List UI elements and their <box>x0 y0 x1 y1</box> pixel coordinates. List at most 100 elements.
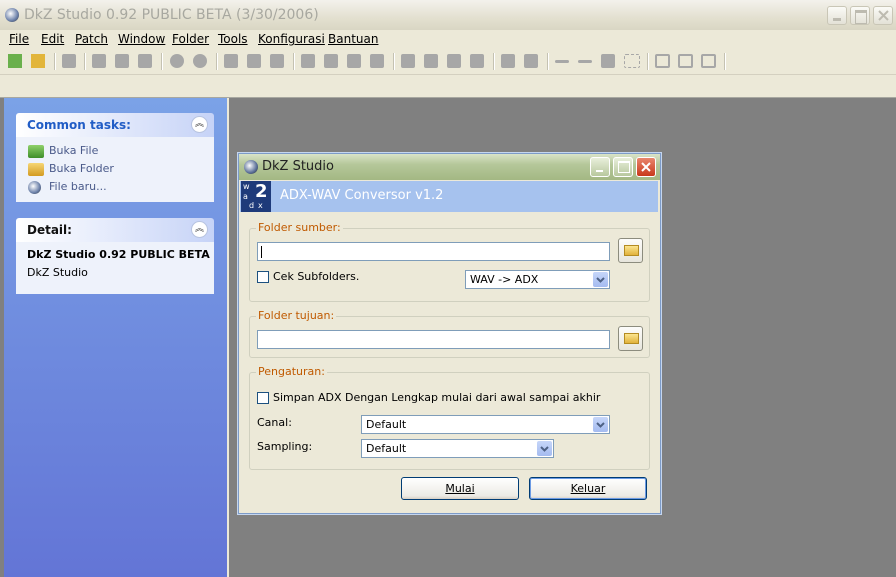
chevron-down-icon[interactable] <box>537 441 552 456</box>
chevron-down-icon[interactable] <box>593 272 608 287</box>
source-folder-input[interactable] <box>257 242 610 261</box>
sampling-label: Sampling: <box>257 440 313 453</box>
chevron-down-icon[interactable] <box>593 417 608 432</box>
collapse-up-icon[interactable]: ︽ <box>191 221 208 238</box>
subfolders-label: Cek Subfolders. <box>273 270 360 283</box>
toolbar-tile-vertical-icon[interactable] <box>701 54 716 68</box>
dest-folder-input[interactable] <box>257 330 610 349</box>
sampling-value: Default <box>366 442 407 455</box>
toolbar-separator <box>493 53 495 70</box>
detail-subtitle: DkZ Studio <box>27 266 88 279</box>
toolbar-save-icon[interactable] <box>62 54 76 68</box>
toolbar-separator <box>54 53 56 70</box>
open-folder-icon <box>28 163 44 176</box>
menu-window[interactable]: Window <box>118 32 165 46</box>
dialog-maximize-button[interactable] <box>613 157 633 177</box>
window-title: DkZ Studio 0.92 PUBLIC BETA (3/30/2006) <box>24 7 319 23</box>
toolbar-open-folder-icon[interactable] <box>31 54 45 68</box>
menu-tools[interactable]: Tools <box>218 32 248 46</box>
canal-label: Canal: <box>257 416 292 429</box>
toolbar-page-icon[interactable] <box>401 54 415 68</box>
toolbar-disk-icon[interactable] <box>138 54 152 68</box>
save-full-checkbox[interactable] <box>257 392 269 404</box>
logo-letter-a: a <box>243 192 248 201</box>
logo-number: 2 <box>255 181 268 202</box>
toolbar-split-icon[interactable] <box>555 60 569 63</box>
toolbar-separator <box>647 53 649 70</box>
menu-file[interactable]: File <box>9 32 29 46</box>
toolbar-cascade-icon[interactable] <box>655 54 670 68</box>
dialog-app-icon[interactable] <box>244 160 258 174</box>
detail-title: Detail: <box>27 223 72 237</box>
toolbar-cube-icon[interactable] <box>501 54 515 68</box>
task-new-file[interactable]: File baru... <box>49 180 107 193</box>
minimize-icon <box>833 18 841 21</box>
toolbar-separator <box>293 53 295 70</box>
toolbar-separator <box>216 53 218 70</box>
save-full-label: Simpan ADX Dengan Lengkap mulai dari awa… <box>273 391 601 404</box>
toolbar-cube-icon[interactable] <box>524 54 538 68</box>
conversion-mode-select[interactable]: WAV -> ADX <box>465 270 610 289</box>
maximize-button[interactable] <box>850 6 870 25</box>
toolbar-hex-icon[interactable] <box>193 54 207 68</box>
dialog-title-bar[interactable]: DkZ Studio <box>239 154 660 180</box>
dialog-minimize-button[interactable] <box>590 157 610 177</box>
toolbar-doc-icon[interactable] <box>270 54 284 68</box>
detail-header[interactable]: Detail: ︽ <box>16 218 214 242</box>
collapse-up-icon[interactable]: ︽ <box>191 116 208 133</box>
start-button[interactable]: Mulai <box>401 477 519 500</box>
maximize-icon <box>618 161 630 173</box>
toolbar-page-icon[interactable] <box>447 54 461 68</box>
common-tasks-title: Common tasks: <box>27 118 131 132</box>
detail-name: DkZ Studio 0.92 PUBLIC BETA <box>27 248 210 261</box>
app-icon[interactable] <box>5 8 19 22</box>
toolbar-doc-icon[interactable] <box>347 54 361 68</box>
toolbar-doc-icon[interactable] <box>247 54 261 68</box>
exit-button[interactable]: Keluar <box>529 477 647 500</box>
toolbar-separator <box>547 53 549 70</box>
common-tasks-panel: Common tasks: ︽ Buka File Buka Folder Fi… <box>16 113 214 202</box>
toolbar-open-file-icon[interactable] <box>8 54 22 68</box>
toolbar-page-icon[interactable] <box>470 54 484 68</box>
menu-bantuan[interactable]: Bantuan <box>328 32 378 46</box>
toolbar-disk-icon[interactable] <box>115 54 129 68</box>
toolbar-disk-icon[interactable] <box>92 54 106 68</box>
source-browse-button[interactable] <box>618 238 643 263</box>
toolbar-hex-icon[interactable] <box>170 54 184 68</box>
minimize-button[interactable] <box>827 6 847 25</box>
subfolders-checkbox[interactable] <box>257 271 269 283</box>
converter-header: w a d x 2 ADX-WAV Conversor v1.2 <box>240 181 658 212</box>
menu-konfigurasi[interactable]: Konfigurasi <box>258 32 325 46</box>
logo-letter-x: x <box>258 201 263 210</box>
dest-browse-button[interactable] <box>618 326 643 351</box>
maximize-icon <box>855 10 867 24</box>
logo-letter-d: d <box>249 201 255 210</box>
canal-select[interactable]: Default <box>361 415 610 434</box>
toolbar-export-icon[interactable] <box>601 54 615 68</box>
sampling-select[interactable]: Default <box>361 439 554 458</box>
title-bar[interactable]: DkZ Studio 0.92 PUBLIC BETA (3/30/2006) <box>0 0 896 31</box>
close-button[interactable] <box>873 6 893 25</box>
task-open-folder[interactable]: Buka Folder <box>49 162 114 175</box>
toolbar-crc-icon[interactable] <box>624 54 640 68</box>
toolbar-page-icon[interactable] <box>424 54 438 68</box>
menu-patch[interactable]: Patch <box>75 32 108 46</box>
task-open-file[interactable]: Buka File <box>49 144 98 157</box>
menu-edit[interactable]: Edit <box>41 32 64 46</box>
detail-panel: Detail: ︽ DkZ Studio 0.92 PUBLIC BETA Dk… <box>16 218 214 294</box>
dialog-close-button[interactable] <box>636 157 656 177</box>
dest-folder-legend: Folder tujuan: <box>256 309 337 322</box>
menu-folder[interactable]: Folder <box>172 32 209 46</box>
converter-title: ADX-WAV Conversor v1.2 <box>280 188 444 203</box>
toolbar-separator <box>724 53 726 70</box>
toolbar-doc-icon[interactable] <box>324 54 338 68</box>
toolbar-join-icon[interactable] <box>578 60 592 63</box>
common-tasks-header[interactable]: Common tasks: ︽ <box>16 113 214 137</box>
pane-splitter[interactable] <box>227 98 229 577</box>
toolbar-doc-icon[interactable] <box>224 54 238 68</box>
toolbar-doc-icon[interactable] <box>370 54 384 68</box>
toolbar-tile-horizontal-icon[interactable] <box>678 54 693 68</box>
task-pane: Common tasks: ︽ Buka File Buka Folder Fi… <box>4 98 227 577</box>
dest-folder-group: Folder tujuan: <box>249 309 650 358</box>
toolbar-doc-icon[interactable] <box>301 54 315 68</box>
